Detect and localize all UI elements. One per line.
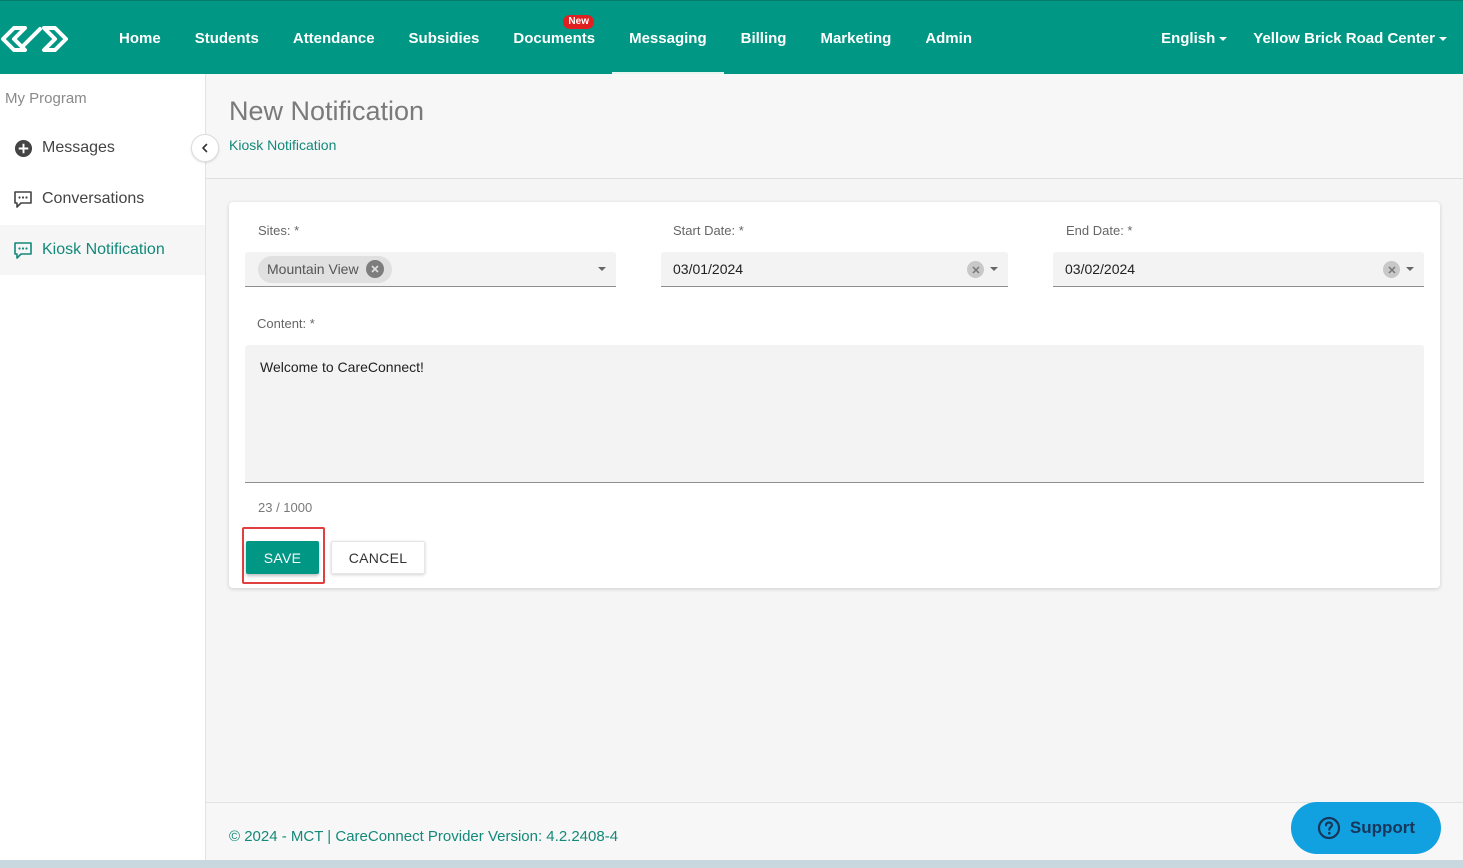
sites-select[interactable]: Mountain View [245,252,616,287]
bottom-strip [0,860,1463,868]
footer: © 2024 - MCT | CareConnect Provider Vers… [206,802,1463,860]
cancel-button[interactable]: CANCEL [331,541,425,574]
sidebar-item-kiosk-notification[interactable]: Kiosk Notification [0,225,205,275]
language-dropdown[interactable]: English [1161,30,1228,47]
chat-icon [13,240,33,260]
nav-attendance[interactable]: Attendance [276,1,392,75]
end-date-value: 03/02/2024 [1065,261,1136,277]
main-nav: Home Students Attendance Subsidies Docum… [102,1,989,75]
page-title: New Notification [229,96,425,126]
center-dropdown[interactable]: Yellow Brick Road Center [1253,30,1447,47]
chip-remove-icon[interactable] [365,260,384,278]
chevron-left-icon [202,143,208,153]
footer-version-text: © 2024 - MCT | CareConnect Provider Vers… [229,828,619,845]
nav-billing[interactable]: Billing [724,1,804,75]
sidebar-item-label: Messages [42,139,115,156]
end-date-label: End Date: * [1066,223,1133,238]
top-navbar: Home Students Attendance Subsidies Docum… [0,0,1463,75]
sidebar-item-conversations[interactable]: Conversations [0,174,205,224]
nav-admin[interactable]: Admin [908,1,989,75]
nav-marketing[interactable]: Marketing [803,1,908,75]
sidebar: My Program Messages Conversations Kiosk … [0,74,206,860]
start-date-value: 03/01/2024 [673,261,744,277]
dropdown-arrow-icon[interactable] [990,267,998,271]
notification-form-card: Sites: * Mountain View Start Date: * 03/… [229,202,1440,588]
help-circle-icon [1317,816,1341,840]
nav-students[interactable]: Students [178,1,276,75]
save-button[interactable]: SAVE [246,541,319,574]
sidebar-item-messages[interactable]: Messages [0,123,205,173]
dropdown-arrow-icon[interactable] [598,267,606,271]
caret-down-icon [1439,36,1447,41]
clear-icon[interactable] [1383,261,1400,278]
nav-right: English Yellow Brick Road Center [1161,1,1447,75]
end-date-select[interactable]: 03/02/2024 [1053,252,1424,287]
sidebar-item-label: Conversations [42,190,145,207]
sidebar-item-label: Kiosk Notification [42,241,165,258]
sidebar-heading: My Program [5,90,87,107]
site-chip-label: Mountain View [267,261,359,277]
careconnect-logo-icon[interactable] [0,21,70,57]
support-button[interactable]: Support [1291,802,1441,854]
caret-down-icon [1219,36,1228,41]
breadcrumb[interactable]: Kiosk Notification [229,137,336,153]
nav-documents[interactable]: Documents New [496,1,612,75]
nav-subsidies[interactable]: Subsidies [392,1,497,75]
chat-icon [13,189,33,209]
sidebar-collapse-button[interactable] [191,134,219,162]
start-date-label: Start Date: * [673,223,744,238]
sites-label: Sites: * [258,223,300,238]
nav-messaging[interactable]: Messaging [612,1,724,75]
content-label: Content: * [257,316,315,331]
character-counter: 23 / 1000 [258,500,313,515]
page-header: New Notification Kiosk Notification [206,74,1463,179]
clear-icon[interactable] [967,261,984,278]
new-badge: New [563,15,594,29]
dropdown-arrow-icon[interactable] [1406,267,1414,271]
start-date-select[interactable]: 03/01/2024 [661,252,1008,287]
support-label: Support [1349,818,1416,837]
plus-circle-icon [13,138,33,158]
nav-home[interactable]: Home [102,1,178,75]
content-textarea[interactable]: Welcome to CareConnect! [245,345,1424,483]
site-chip: Mountain View [258,255,392,283]
